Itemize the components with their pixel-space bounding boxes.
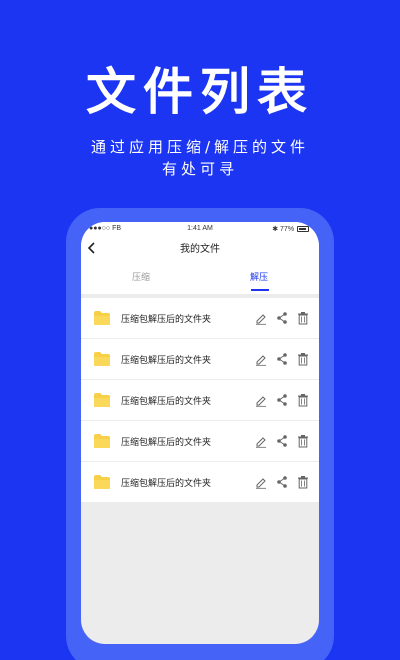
folder-icon <box>94 352 110 366</box>
tab-extract[interactable]: 解压 <box>219 270 299 283</box>
active-tab-indicator <box>251 289 269 291</box>
list-item[interactable]: 压缩包解压后的文件夹 <box>81 339 319 379</box>
list-item[interactable]: 压缩包解压后的文件夹 <box>81 380 319 420</box>
list-item[interactable]: 压缩包解压后的文件夹 <box>81 462 319 502</box>
trash-icon[interactable] <box>297 475 309 489</box>
list-item[interactable]: 压缩包解压后的文件夹 <box>81 298 319 338</box>
file-name: 压缩包解压后的文件夹 <box>121 479 212 489</box>
file-name: 压缩包解压后的文件夹 <box>121 315 212 325</box>
edit-icon[interactable] <box>255 311 267 325</box>
battery-icon <box>297 226 309 233</box>
share-icon[interactable] <box>276 475 288 489</box>
hero-subtitle-line2: 有处可寻 <box>161 160 238 178</box>
file-list: 压缩包解压后的文件夹 压缩包解压后的文件夹 压缩包解压后的文件夹 压缩包解压后的… <box>81 298 319 503</box>
status-right: ✱ 77% <box>272 225 309 233</box>
hero-title: 文件列表 <box>86 63 314 121</box>
tab-compress[interactable]: 压缩 <box>101 270 181 283</box>
file-name: 压缩包解压后的文件夹 <box>121 356 212 366</box>
trash-icon[interactable] <box>297 434 309 448</box>
share-icon[interactable] <box>276 311 288 325</box>
status-bar: ●●●○○ FB 1:41 AM ✱ 77% <box>81 222 319 236</box>
hero-subtitle-line1: 通过应用压缩/解压的文件 <box>90 138 310 156</box>
edit-icon[interactable] <box>255 434 267 448</box>
phone-screen: ●●●○○ FB 1:41 AM ✱ 77% 我的文件 压缩 解压 压缩包解压后… <box>81 222 319 644</box>
trash-icon[interactable] <box>297 393 309 407</box>
list-item[interactable]: 压缩包解压后的文件夹 <box>81 421 319 461</box>
folder-icon <box>94 434 110 448</box>
share-icon[interactable] <box>276 393 288 407</box>
trash-icon[interactable] <box>297 311 309 325</box>
edit-icon[interactable] <box>255 393 267 407</box>
folder-icon <box>94 393 110 407</box>
file-name: 压缩包解压后的文件夹 <box>121 397 212 407</box>
bluetooth-icon: ✱ <box>272 226 279 233</box>
folder-icon <box>94 475 110 489</box>
trash-icon[interactable] <box>297 352 309 366</box>
folder-icon <box>94 311 110 325</box>
file-name: 压缩包解压后的文件夹 <box>121 438 212 448</box>
edit-icon[interactable] <box>255 475 267 489</box>
page-title: 我的文件 <box>180 244 220 255</box>
share-icon[interactable] <box>276 434 288 448</box>
edit-icon[interactable] <box>255 352 267 366</box>
nav-bar: 我的文件 <box>81 236 319 260</box>
battery-percent: 77% <box>280 226 295 233</box>
share-icon[interactable] <box>276 352 288 366</box>
tab-bar: 压缩 解压 <box>81 260 319 294</box>
